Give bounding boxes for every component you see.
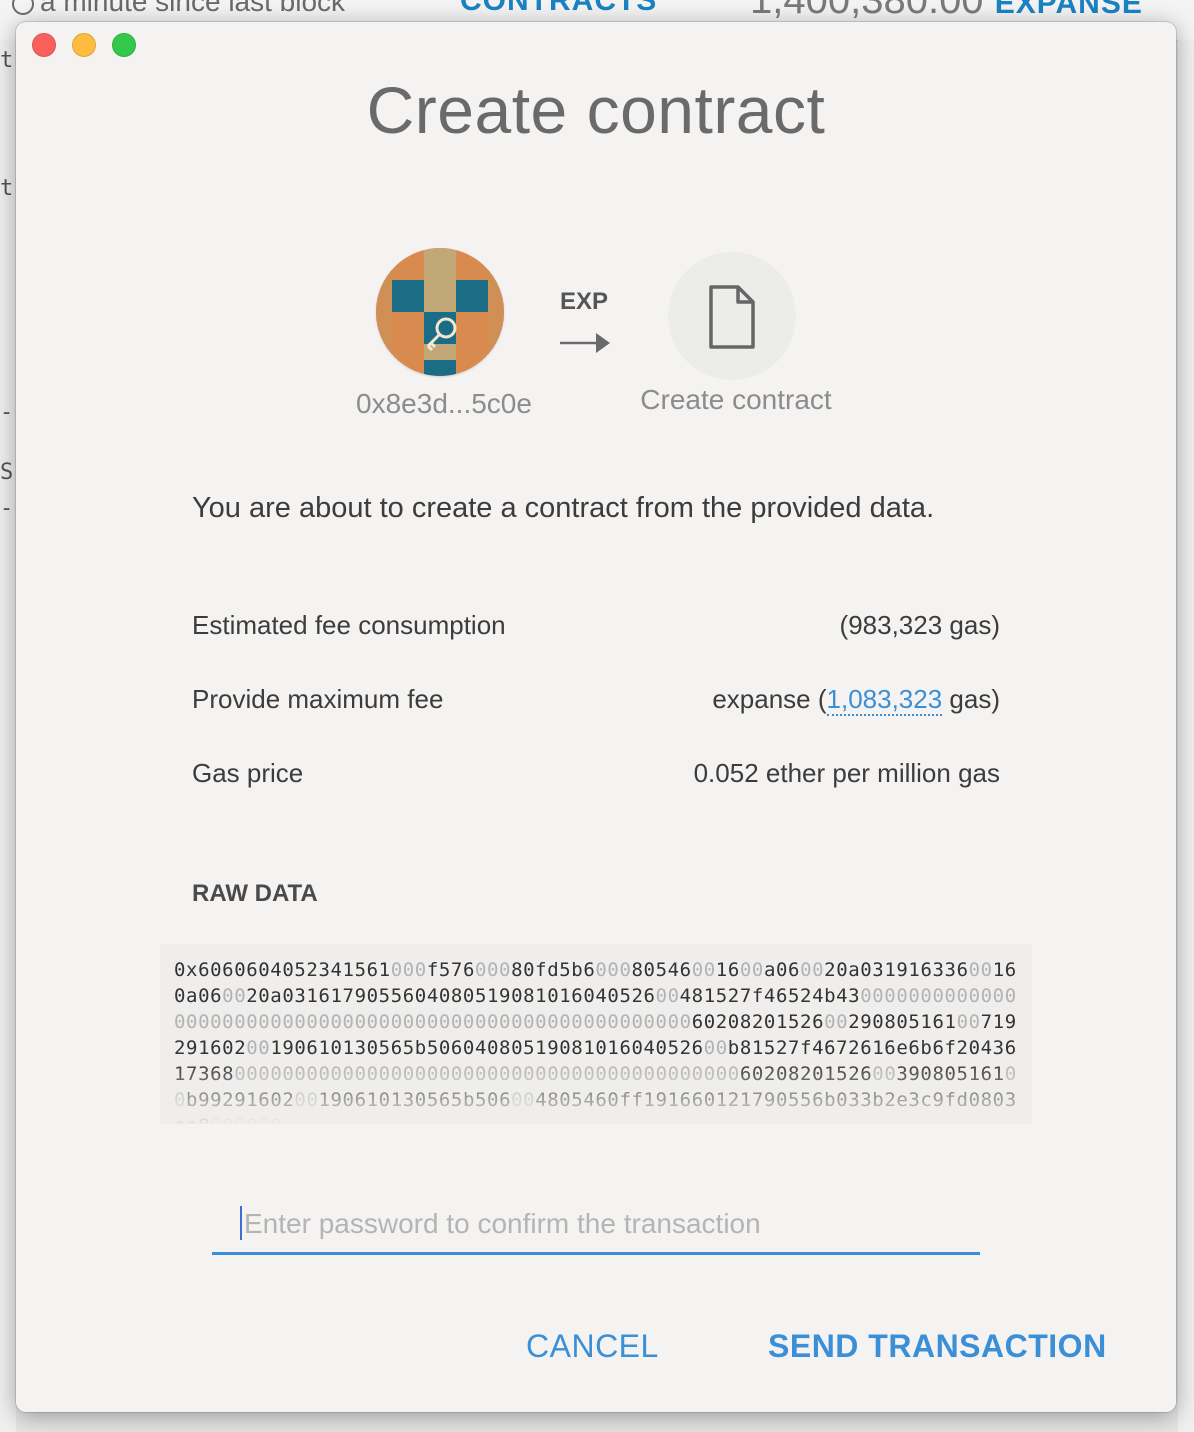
max-fee-value: expanse (1,083,323 gas) bbox=[712, 684, 1000, 716]
close-window-button[interactable] bbox=[32, 33, 56, 57]
background-app-right-edge bbox=[1178, 40, 1194, 1432]
sender-address: 0x8e3d...5c0e bbox=[356, 388, 532, 419]
nav-contracts[interactable]: CONTRACTS bbox=[460, 0, 657, 18]
max-fee-row: Provide maximum fee expanse (1,083,323 g… bbox=[192, 684, 1000, 724]
block-status: a minute since last block bbox=[12, 0, 345, 18]
document-icon bbox=[709, 285, 755, 349]
dialog-description: You are about to create a contract from … bbox=[192, 492, 935, 524]
background-app-left-edge: t t - S - bbox=[0, 40, 16, 1432]
max-fee-label: Provide maximum fee bbox=[192, 684, 444, 714]
balance-unit: EXPANSE bbox=[994, 0, 1143, 20]
send-transaction-button[interactable]: SEND TRANSACTION bbox=[768, 1328, 1107, 1365]
block-status-text: a minute since last block bbox=[40, 0, 346, 17]
max-fee-prefix: expanse ( bbox=[712, 684, 827, 714]
password-input[interactable] bbox=[242, 1200, 976, 1248]
raw-data-fade bbox=[160, 1060, 1032, 1124]
create-contract-window: Create contract 0x8e3d...5c0e EXP Create… bbox=[16, 22, 1176, 1412]
raw-data-heading: RAW DATA bbox=[192, 880, 318, 907]
estimated-fee-row: Estimated fee consumption (983,323 gas) bbox=[192, 610, 1000, 650]
raw-data-box[interactable]: 0x6060604052341561000f57600080fd5b600080… bbox=[160, 944, 1032, 1124]
currency-unit: EXP bbox=[559, 288, 609, 315]
estimated-fee-label: Estimated fee consumption bbox=[192, 610, 506, 640]
password-field-wrapper bbox=[212, 1200, 980, 1255]
estimated-fee-value: (983,323 gas) bbox=[839, 610, 1000, 640]
balance-amount: 1,400,380.00 bbox=[750, 0, 984, 22]
gas-price-value: 0.052 ether per million gas bbox=[693, 758, 1000, 788]
arrow-right-icon bbox=[560, 333, 610, 353]
key-icon bbox=[426, 317, 457, 352]
minimize-window-button[interactable] bbox=[72, 33, 96, 57]
dialog-title: Create contract bbox=[366, 73, 826, 147]
gas-price-row: Gas price 0.052 ether per million gas bbox=[192, 758, 1000, 798]
new-contract-badge bbox=[668, 252, 796, 380]
cancel-button[interactable]: CANCEL bbox=[526, 1328, 659, 1365]
gas-price-label: Gas price bbox=[192, 758, 304, 788]
zoom-window-button[interactable] bbox=[112, 33, 136, 57]
balance-display: 1,400,380.00 EXPANSE bbox=[750, 0, 1143, 23]
max-fee-suffix: gas) bbox=[942, 684, 1000, 714]
max-gas-editable-value[interactable]: 1,083,323 bbox=[826, 684, 943, 716]
sender-identicon bbox=[376, 248, 504, 376]
recipient-label: Create contract bbox=[640, 384, 832, 415]
clock-icon bbox=[12, 0, 34, 15]
